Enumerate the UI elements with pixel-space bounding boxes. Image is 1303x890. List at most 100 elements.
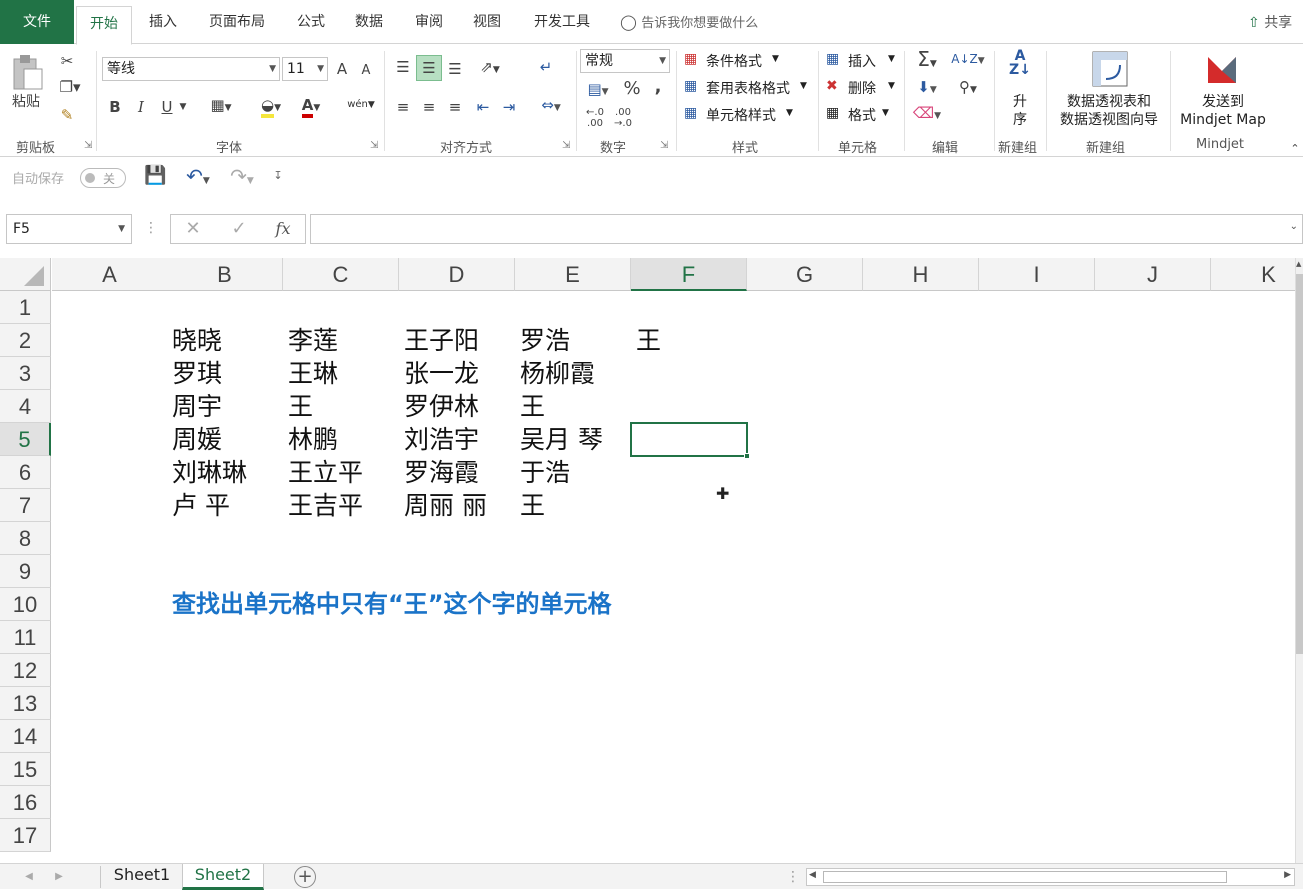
cell-e3[interactable]: 杨柳霞: [520, 357, 595, 390]
decrease-decimal-icon[interactable]: .00 →.0: [610, 107, 636, 129]
cell-c6[interactable]: 王立平: [288, 456, 363, 489]
scroll-left-icon[interactable]: ◀: [809, 870, 816, 880]
customize-qat-icon[interactable]: ↧: [270, 166, 286, 186]
sort-ascending-button[interactable]: A Z↓ 升 序: [1002, 49, 1038, 135]
orientation-icon[interactable]: ⇗▼: [474, 57, 506, 80]
row-header-8[interactable]: 8: [0, 522, 51, 555]
insert-function-icon[interactable]: fx: [269, 219, 297, 239]
column-header-d[interactable]: D: [399, 258, 515, 291]
tell-me-search[interactable]: ◯ 告诉我你想要做什么: [620, 12, 758, 31]
cell-d5[interactable]: 刘浩宇: [404, 423, 479, 456]
cell-e4[interactable]: 王: [520, 390, 545, 423]
align-bottom-icon[interactable]: ☰: [444, 59, 466, 79]
vertical-scrollbar[interactable]: ▲: [1295, 258, 1303, 863]
number-launcher-icon[interactable]: ⇲: [660, 140, 668, 151]
row-header-13[interactable]: 13: [0, 687, 51, 720]
cell-c7[interactable]: 王吉平: [288, 489, 363, 522]
column-header-j[interactable]: J: [1095, 258, 1211, 291]
row-header-9[interactable]: 9: [0, 555, 51, 588]
font-name-combo[interactable]: 等线 ▼: [102, 57, 280, 81]
cell-b5[interactable]: 周媛: [172, 423, 222, 456]
row-header-15[interactable]: 15: [0, 753, 51, 786]
cell-b7[interactable]: 卢 平: [172, 489, 230, 522]
cell-e5[interactable]: 吴月 琴: [520, 423, 603, 456]
column-header-b[interactable]: B: [167, 258, 283, 291]
share-button[interactable]: ⇧ 共享: [1248, 12, 1292, 32]
column-header-c[interactable]: C: [283, 258, 399, 291]
scroll-up-icon[interactable]: ▲: [1296, 260, 1303, 270]
cut-icon[interactable]: ✂: [56, 51, 78, 71]
horizontal-scrollbar[interactable]: ◀ ▶: [806, 868, 1295, 886]
sheet-tab-sheet1[interactable]: Sheet1: [104, 864, 180, 890]
enter-icon[interactable]: ✓: [227, 219, 251, 239]
align-top-icon[interactable]: ☰: [392, 57, 414, 77]
comma-style-button[interactable]: ,: [650, 77, 666, 97]
row-header-5[interactable]: 5: [0, 423, 51, 456]
cell-f2[interactable]: 王: [636, 324, 661, 357]
cell-c5[interactable]: 林鹏: [288, 423, 338, 456]
align-right-icon[interactable]: ≡: [444, 97, 466, 117]
cell-d7[interactable]: 周丽 丽: [404, 489, 487, 522]
collapse-ribbon-icon[interactable]: ⌃: [1288, 139, 1302, 159]
chevron-down-icon[interactable]: ▼: [178, 97, 188, 117]
sort-filter-icon[interactable]: A↓Z▼: [950, 49, 986, 71]
fill-handle[interactable]: [744, 453, 750, 459]
column-header-a[interactable]: A: [52, 258, 168, 291]
cell-b10[interactable]: 查找出单元格中只有“王”这个字的单元格: [172, 588, 612, 621]
fill-color-icon[interactable]: ◒▼: [254, 95, 288, 118]
cell-d3[interactable]: 张一龙: [404, 357, 479, 390]
tab-file[interactable]: 文件: [0, 0, 74, 44]
row-header-17[interactable]: 17: [0, 819, 51, 852]
column-header-k[interactable]: K: [1211, 258, 1303, 291]
horizontal-scroll-thumb[interactable]: [823, 871, 1227, 883]
decrease-indent-icon[interactable]: ⇤: [472, 97, 494, 117]
paste-button[interactable]: [10, 53, 46, 93]
autosave-toggle[interactable]: 关: [80, 168, 126, 188]
row-header-11[interactable]: 11: [0, 621, 51, 654]
tab-review[interactable]: 审阅: [406, 0, 452, 44]
cell-c2[interactable]: 李莲: [288, 324, 338, 357]
row-header-2[interactable]: 2: [0, 324, 51, 357]
bold-button[interactable]: B: [106, 97, 124, 117]
increase-indent-icon[interactable]: ⇥: [498, 97, 520, 117]
cell-c4[interactable]: 王: [288, 390, 313, 423]
row-header-7[interactable]: 7: [0, 489, 51, 522]
accounting-format-icon[interactable]: ▤▼: [582, 79, 614, 102]
column-header-h[interactable]: H: [863, 258, 979, 291]
cell-b2[interactable]: 晓晓: [172, 324, 222, 357]
name-box[interactable]: F5 ▼: [6, 214, 132, 244]
scroll-right-icon[interactable]: ▶: [1284, 870, 1291, 880]
column-header-i[interactable]: I: [979, 258, 1095, 291]
clipboard-launcher-icon[interactable]: ⇲: [84, 140, 92, 151]
row-header-1[interactable]: 1: [0, 291, 51, 324]
cell-b6[interactable]: 刘琳琳: [172, 456, 247, 489]
column-header-g[interactable]: G: [747, 258, 863, 291]
expand-formula-bar-icon[interactable]: ⌄: [1290, 221, 1298, 232]
tab-data[interactable]: 数据: [346, 0, 392, 44]
cell-d2[interactable]: 王子阳: [404, 324, 479, 357]
tab-home[interactable]: 开始: [76, 6, 132, 45]
fill-icon[interactable]: ⬇▼: [910, 77, 944, 100]
row-header-12[interactable]: 12: [0, 654, 51, 687]
column-header-e[interactable]: E: [515, 258, 631, 291]
send-to-mindjet-button[interactable]: 发送到 Mindjet Map: [1172, 49, 1274, 135]
merge-center-icon[interactable]: ⇔▼: [532, 95, 570, 118]
grow-font-icon[interactable]: A: [334, 59, 350, 79]
align-middle-icon[interactable]: ☰: [416, 55, 442, 81]
format-painter-icon[interactable]: ✎: [56, 105, 78, 125]
find-select-icon[interactable]: ⚲▼: [950, 77, 986, 100]
tab-developer[interactable]: 开发工具: [522, 0, 602, 44]
cell-b3[interactable]: 罗琪: [172, 357, 222, 390]
formula-input[interactable]: ⌄: [310, 214, 1303, 244]
font-size-combo[interactable]: 11 ▼: [282, 57, 328, 81]
tab-page-layout[interactable]: 页面布局: [198, 0, 276, 44]
copy-icon[interactable]: ❐▾: [56, 77, 84, 97]
cancel-icon[interactable]: ✕: [181, 219, 205, 239]
increase-decimal-icon[interactable]: ←.0.00: [582, 107, 608, 129]
row-header-10[interactable]: 10: [0, 588, 51, 621]
row-header-16[interactable]: 16: [0, 786, 51, 819]
cell-c3[interactable]: 王琳: [288, 357, 338, 390]
underline-button[interactable]: U: [158, 97, 176, 117]
cell-b4[interactable]: 周宇: [172, 390, 222, 423]
tab-insert[interactable]: 插入: [140, 0, 186, 44]
